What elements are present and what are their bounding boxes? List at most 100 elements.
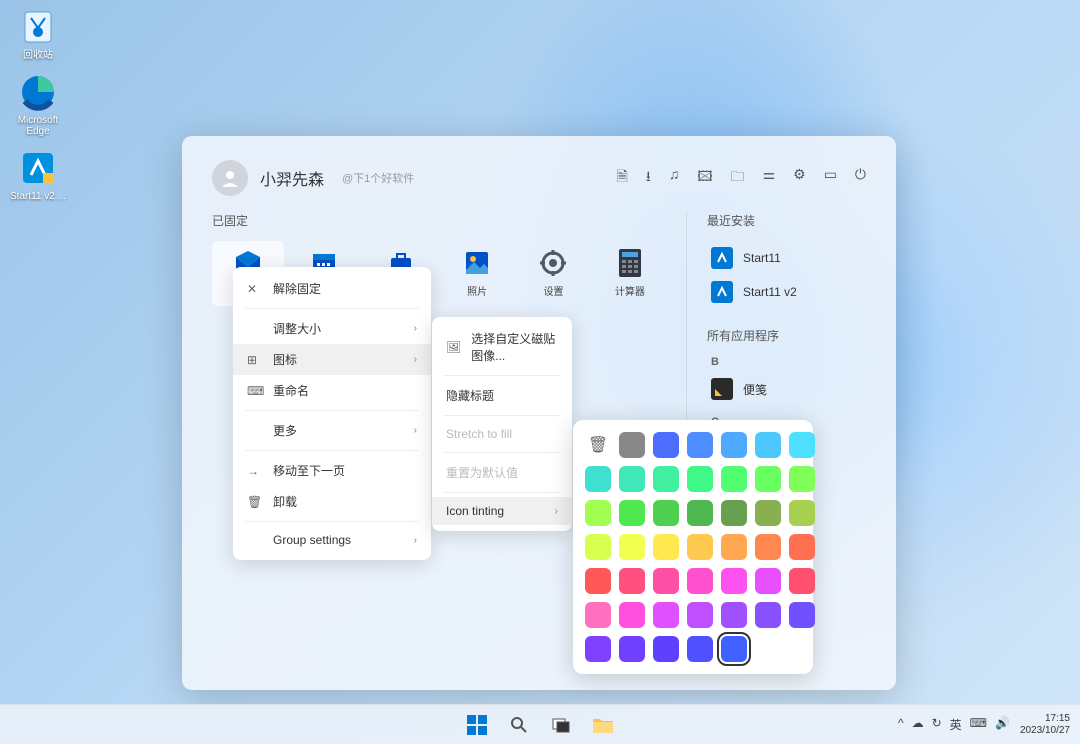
color-swatch[interactable] xyxy=(585,602,611,628)
color-swatch[interactable] xyxy=(619,568,645,594)
desktop-icon-edge[interactable]: Microsoft Edge xyxy=(8,71,68,137)
color-swatch[interactable] xyxy=(721,466,747,492)
chevron-up-icon[interactable]: ^ xyxy=(898,716,904,733)
ctx-rename[interactable]: ⌨重命名 xyxy=(233,375,431,406)
ctx-group-settings[interactable]: Group settings› xyxy=(233,526,431,554)
power-icon[interactable]: ⏻ xyxy=(855,166,866,190)
ctx-icon-tinting[interactable]: Icon tinting› xyxy=(432,497,572,525)
color-swatch[interactable] xyxy=(653,466,679,492)
app-item[interactable]: 便笺 xyxy=(707,372,866,406)
color-swatch[interactable] xyxy=(721,432,747,458)
pinned-calculator[interactable]: 计算器 xyxy=(594,241,666,306)
recent-item[interactable]: Start11 v2 xyxy=(707,275,866,309)
color-swatch[interactable] xyxy=(653,602,679,628)
color-swatch[interactable] xyxy=(687,534,713,560)
color-swatch[interactable] xyxy=(721,636,747,662)
color-swatch[interactable] xyxy=(653,500,679,526)
ctx-uninstall[interactable]: 🗑卸载 xyxy=(233,486,431,517)
color-swatch[interactable] xyxy=(789,568,815,594)
color-swatch[interactable] xyxy=(619,500,645,526)
clock[interactable]: 17:15 2023/10/27 xyxy=(1020,713,1070,737)
color-swatch[interactable] xyxy=(755,602,781,628)
start-button[interactable] xyxy=(459,709,495,741)
color-swatch[interactable] xyxy=(585,534,611,560)
sliders-icon[interactable]: ⚌ xyxy=(763,166,776,190)
color-swatch[interactable] xyxy=(687,500,713,526)
color-swatch[interactable] xyxy=(721,534,747,560)
color-swatch[interactable] xyxy=(755,534,781,560)
ctx-resize[interactable]: 调整大小› xyxy=(233,313,431,344)
tray-icons[interactable]: ^ ☁ ↻ 英 ⌨ 🔊 xyxy=(898,716,1010,733)
pinned-settings[interactable]: 设置 xyxy=(517,241,589,306)
color-swatch[interactable] xyxy=(687,432,713,458)
clear-tint-button[interactable]: 🗑 xyxy=(585,432,611,458)
color-swatch[interactable] xyxy=(789,466,815,492)
ctx-hide-title[interactable]: 隐藏标题 xyxy=(432,380,572,411)
color-swatch[interactable] xyxy=(619,432,645,458)
ctx-unpin[interactable]: ✕解除固定 xyxy=(233,273,431,304)
color-swatch[interactable] xyxy=(585,636,611,662)
sync-icon[interactable]: ↻ xyxy=(932,716,942,733)
color-swatch[interactable] xyxy=(721,568,747,594)
cloud-icon[interactable]: ☁ xyxy=(912,716,924,733)
ctx-custom-image[interactable]: 🖼选择自定义磁贴图像... xyxy=(432,323,572,371)
ctx-move-next[interactable]: →移动至下一页 xyxy=(233,455,431,486)
color-swatch[interactable] xyxy=(653,432,679,458)
color-swatch[interactable] xyxy=(653,568,679,594)
ctx-more[interactable]: 更多› xyxy=(233,415,431,446)
volume-icon[interactable]: 🔊 xyxy=(995,716,1010,733)
color-swatch[interactable] xyxy=(755,500,781,526)
color-swatch[interactable] xyxy=(585,500,611,526)
document-icon[interactable]: 🗎 xyxy=(617,166,628,190)
color-swatch[interactable] xyxy=(789,500,815,526)
gear-icon[interactable]: ⚙ xyxy=(793,166,806,190)
ctx-reset: 重置为默认值 xyxy=(432,457,572,488)
folder-icon[interactable]: 🗀 xyxy=(731,166,745,190)
color-picker: 🗑 xyxy=(573,420,813,674)
taskview-button[interactable] xyxy=(543,709,579,741)
user-subtitle: @下1个好软件 xyxy=(342,170,414,186)
alpha-header[interactable]: B xyxy=(711,356,866,368)
color-swatch[interactable] xyxy=(687,466,713,492)
window-icon[interactable]: ▭ xyxy=(824,166,837,190)
search-button[interactable] xyxy=(501,709,537,741)
color-swatch[interactable] xyxy=(687,602,713,628)
image-icon: 🖼 xyxy=(446,340,461,354)
image-icon[interactable]: 🖾 xyxy=(697,166,712,190)
ctx-icon[interactable]: ⊞图标› xyxy=(233,344,431,375)
color-swatch[interactable] xyxy=(789,534,815,560)
color-swatch[interactable] xyxy=(687,636,713,662)
pinned-photos[interactable]: 照片 xyxy=(441,241,513,306)
color-swatch[interactable] xyxy=(585,466,611,492)
recent-item[interactable]: Start11 xyxy=(707,241,866,275)
color-swatch[interactable] xyxy=(653,534,679,560)
separator xyxy=(245,450,419,451)
color-swatch[interactable] xyxy=(721,602,747,628)
color-swatch[interactable] xyxy=(687,568,713,594)
color-swatch[interactable] xyxy=(619,602,645,628)
ime-indicator[interactable]: 英 xyxy=(950,716,962,733)
ctx-stretch: Stretch to fill xyxy=(432,420,572,448)
user-avatar[interactable] xyxy=(212,160,248,196)
color-swatch[interactable] xyxy=(755,432,781,458)
download-icon[interactable]: ⭳ xyxy=(646,166,651,190)
desktop-icon-start11[interactable]: Start11 v2 ... xyxy=(8,147,68,202)
color-swatch[interactable] xyxy=(653,636,679,662)
taskbar-right: ^ ☁ ↻ 英 ⌨ 🔊 17:15 2023/10/27 xyxy=(898,713,1070,737)
keyboard-icon[interactable]: ⌨ xyxy=(970,716,987,733)
chevron-right-icon: › xyxy=(414,535,417,546)
music-icon[interactable]: ♫ xyxy=(669,166,680,190)
color-swatch[interactable] xyxy=(789,432,815,458)
explorer-button[interactable] xyxy=(585,709,621,741)
color-swatch[interactable] xyxy=(619,636,645,662)
color-swatch[interactable] xyxy=(585,568,611,594)
desktop-icon-recycle-bin[interactable]: 回收站 xyxy=(8,6,68,61)
color-swatch[interactable] xyxy=(619,466,645,492)
color-swatch[interactable] xyxy=(755,568,781,594)
color-swatch[interactable] xyxy=(721,500,747,526)
arrow-right-icon: → xyxy=(247,464,263,478)
color-swatch[interactable] xyxy=(755,466,781,492)
rename-icon: ⌨ xyxy=(247,384,263,398)
color-swatch[interactable] xyxy=(619,534,645,560)
color-swatch[interactable] xyxy=(789,602,815,628)
